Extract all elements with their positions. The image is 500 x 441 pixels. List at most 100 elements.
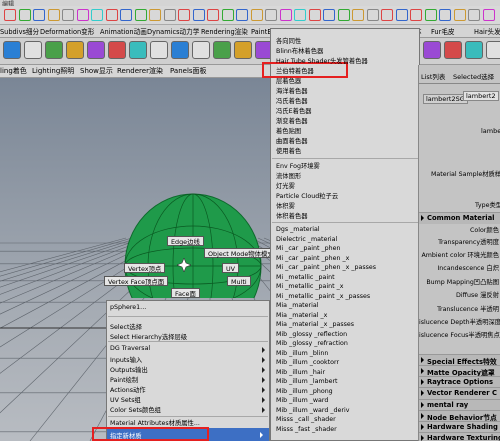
ambient-color-attribute-label[interactable]: Ambient color 环境光颜色 bbox=[419, 250, 499, 259]
materials-menu-item[interactable]: 各向同性 bbox=[276, 36, 301, 45]
materials-menu-item[interactable]: Mib _glossy _reflection bbox=[276, 331, 347, 338]
shelf-tool-icon[interactable] bbox=[3, 41, 21, 59]
marking-menu-vertex-face[interactable]: Vertex Face顶点面 bbox=[104, 276, 169, 286]
marking-menu-edge[interactable]: Edge边线 bbox=[167, 236, 204, 246]
toolbar-icon[interactable] bbox=[323, 9, 335, 21]
materials-menu-item[interactable]: 兰伯特着色器 bbox=[276, 66, 314, 75]
incandescence-attribute-label[interactable]: Incandescence 白炽 bbox=[419, 263, 499, 272]
context-menu-material-attributes[interactable]: Material Attributes材质属性... bbox=[110, 418, 200, 427]
toolbar-icon[interactable] bbox=[221, 9, 234, 21]
materials-menu-item[interactable]: Mib _illum _blinn bbox=[276, 350, 328, 357]
materials-menu-item[interactable]: Particle Cloud粒子云 bbox=[276, 191, 338, 200]
toolbar-icon[interactable] bbox=[134, 9, 147, 21]
toolbar-icon[interactable] bbox=[178, 9, 190, 21]
shelf-tool-icon[interactable] bbox=[234, 41, 252, 59]
materials-menu-item[interactable]: Hair Tube Shader头发管着色器 bbox=[276, 56, 368, 65]
shelf-tool-icon[interactable] bbox=[129, 41, 147, 59]
materials-menu-item[interactable]: Dielectric _material bbox=[276, 236, 337, 243]
attribute-section-header[interactable]: Vector Renderer C bbox=[419, 387, 500, 399]
shelf-tab[interactable]: Dynamics动力学 bbox=[147, 26, 199, 36]
shelf-tool-icon[interactable] bbox=[150, 41, 168, 59]
toolbar-icon[interactable] bbox=[149, 9, 161, 21]
attribute-section-header[interactable]: Hardware Texturing bbox=[419, 432, 500, 441]
toolbar-icon[interactable] bbox=[410, 9, 422, 21]
toolbar-icon[interactable] bbox=[192, 9, 205, 21]
shelf-tab[interactable]: Subdivs细分 bbox=[0, 26, 39, 36]
shelf-tool-icon[interactable] bbox=[66, 41, 84, 59]
context-menu-item[interactable]: Inputs输入 bbox=[110, 355, 142, 364]
toolbar-icon[interactable] bbox=[381, 9, 393, 21]
shelf-tab[interactable]: Hair头发 bbox=[474, 26, 500, 36]
materials-menu-item[interactable]: 体积着色器 bbox=[276, 211, 307, 220]
node-tab-lambert2sg[interactable]: lambert2SG bbox=[423, 94, 468, 104]
materials-menu-item[interactable]: Mi _car _paint _phen _x bbox=[276, 255, 349, 262]
toolbar-icon[interactable] bbox=[337, 9, 350, 21]
toolbar-icon[interactable] bbox=[250, 9, 263, 21]
context-menu-item[interactable]: Select选择 bbox=[110, 322, 142, 331]
shelf-tool-icon[interactable] bbox=[45, 41, 63, 59]
materials-menu-item[interactable]: Mib _illum _hair bbox=[276, 369, 325, 376]
toolbar-icon[interactable] bbox=[18, 9, 31, 21]
shelf-tool-icon[interactable] bbox=[87, 41, 105, 59]
attribute-section-header[interactable]: Common Material bbox=[419, 212, 500, 224]
viewport-menu-item[interactable]: Renderer渲染 bbox=[117, 66, 163, 76]
viewport-menu-item[interactable]: Show显示 bbox=[80, 66, 113, 76]
context-menu-item[interactable]: DG Traversal bbox=[110, 345, 150, 352]
context-menu-item[interactable]: Outputs输出 bbox=[110, 365, 148, 374]
toolbar-icon[interactable] bbox=[482, 9, 495, 21]
materials-menu-item[interactable]: Mib _illum _ward bbox=[276, 397, 328, 404]
toolbar-icon[interactable] bbox=[294, 9, 306, 21]
shelf-tool-icon[interactable] bbox=[213, 41, 231, 59]
panel-tab-selected[interactable]: Selected选择 bbox=[453, 71, 494, 81]
transparency-attribute-label[interactable]: Transparency透明度 bbox=[419, 237, 499, 246]
marking-menu-multi[interactable]: Multi bbox=[227, 276, 251, 286]
materials-menu-item[interactable]: Mib _illum _phong bbox=[276, 388, 333, 395]
toolbar-icon[interactable] bbox=[47, 9, 60, 21]
materials-menu-item[interactable]: Mi _metallic _paint bbox=[276, 274, 335, 281]
materials-menu-item[interactable]: Mi _car _paint _phen _x _passes bbox=[276, 264, 376, 271]
materials-menu-item[interactable]: Mi _car _paint _phen bbox=[276, 245, 340, 252]
toolbar-icon[interactable] bbox=[236, 9, 248, 21]
context-menu-item[interactable]: Color Sets颜色组 bbox=[110, 405, 161, 414]
viewport-menu-item[interactable]: ling着色 bbox=[0, 66, 27, 76]
materials-menu-item[interactable]: Blinn布林着色器 bbox=[276, 46, 323, 55]
shelf-tab[interactable]: Deformation变形 bbox=[40, 26, 94, 36]
materials-menu-item[interactable]: Env Fog环境雾 bbox=[276, 161, 320, 170]
toolbar-icon[interactable] bbox=[279, 9, 292, 21]
toolbar-icon[interactable] bbox=[163, 9, 176, 21]
toolbar-icon[interactable] bbox=[91, 9, 103, 21]
materials-menu-item[interactable]: 冯氏着色器 bbox=[276, 96, 307, 105]
shelf-tool-icon[interactable] bbox=[192, 41, 210, 59]
toolbar-icon[interactable] bbox=[366, 9, 379, 21]
materials-menu-item[interactable]: 体积雾 bbox=[276, 201, 295, 210]
materials-menu-item[interactable]: 海洋着色器 bbox=[276, 86, 307, 95]
toolbar-icon[interactable] bbox=[453, 9, 466, 21]
materials-menu-item[interactable]: 着色贴图 bbox=[276, 126, 301, 135]
marking-menu-face[interactable]: Face面 bbox=[171, 288, 200, 298]
marking-menu-vertex[interactable]: Vertex顶点 bbox=[124, 263, 166, 273]
materials-menu-item[interactable]: Mib _glossy _refraction bbox=[276, 340, 348, 347]
toolbar-icon[interactable] bbox=[395, 9, 408, 21]
toolbar-icon[interactable] bbox=[308, 9, 321, 21]
node-tab-lambert2[interactable]: lambert2 bbox=[463, 91, 499, 101]
toolbar-icon[interactable] bbox=[468, 9, 480, 21]
marking-menu-object-mode[interactable]: Object Mode物体模式 bbox=[204, 248, 278, 258]
materials-menu-item[interactable]: Mia _material _x _passes bbox=[276, 321, 354, 328]
materials-menu-item[interactable]: 曲面着色器 bbox=[276, 136, 307, 145]
toolbar-icon[interactable] bbox=[352, 9, 364, 21]
shelf-tool-icon[interactable] bbox=[108, 41, 126, 59]
translucence-depth-attribute-label[interactable]: islucence Depth半透明深度 bbox=[419, 317, 500, 326]
materials-menu-item[interactable]: 冯氏E着色器 bbox=[276, 106, 311, 115]
toolbar-icon[interactable] bbox=[439, 9, 451, 21]
materials-menu-item[interactable]: 使用着色 bbox=[276, 146, 301, 155]
panel-tab-list[interactable]: List列表 bbox=[421, 71, 445, 81]
materials-menu-item[interactable]: Dgs _material bbox=[276, 226, 320, 233]
toolbar-icon[interactable] bbox=[4, 9, 16, 21]
materials-menu-item[interactable]: Mib _illum _ward _deriv bbox=[276, 407, 349, 414]
translucence-attribute-label[interactable]: Translucence 半透明 bbox=[419, 304, 499, 313]
shelf-tab[interactable]: Fur毛皮 bbox=[431, 26, 455, 36]
toolbar-icon[interactable] bbox=[424, 9, 437, 21]
shelf-tool-icon[interactable] bbox=[423, 41, 441, 59]
viewport-menu-item[interactable]: Lighting照明 bbox=[32, 66, 74, 76]
shelf-tool-icon[interactable] bbox=[24, 41, 42, 59]
